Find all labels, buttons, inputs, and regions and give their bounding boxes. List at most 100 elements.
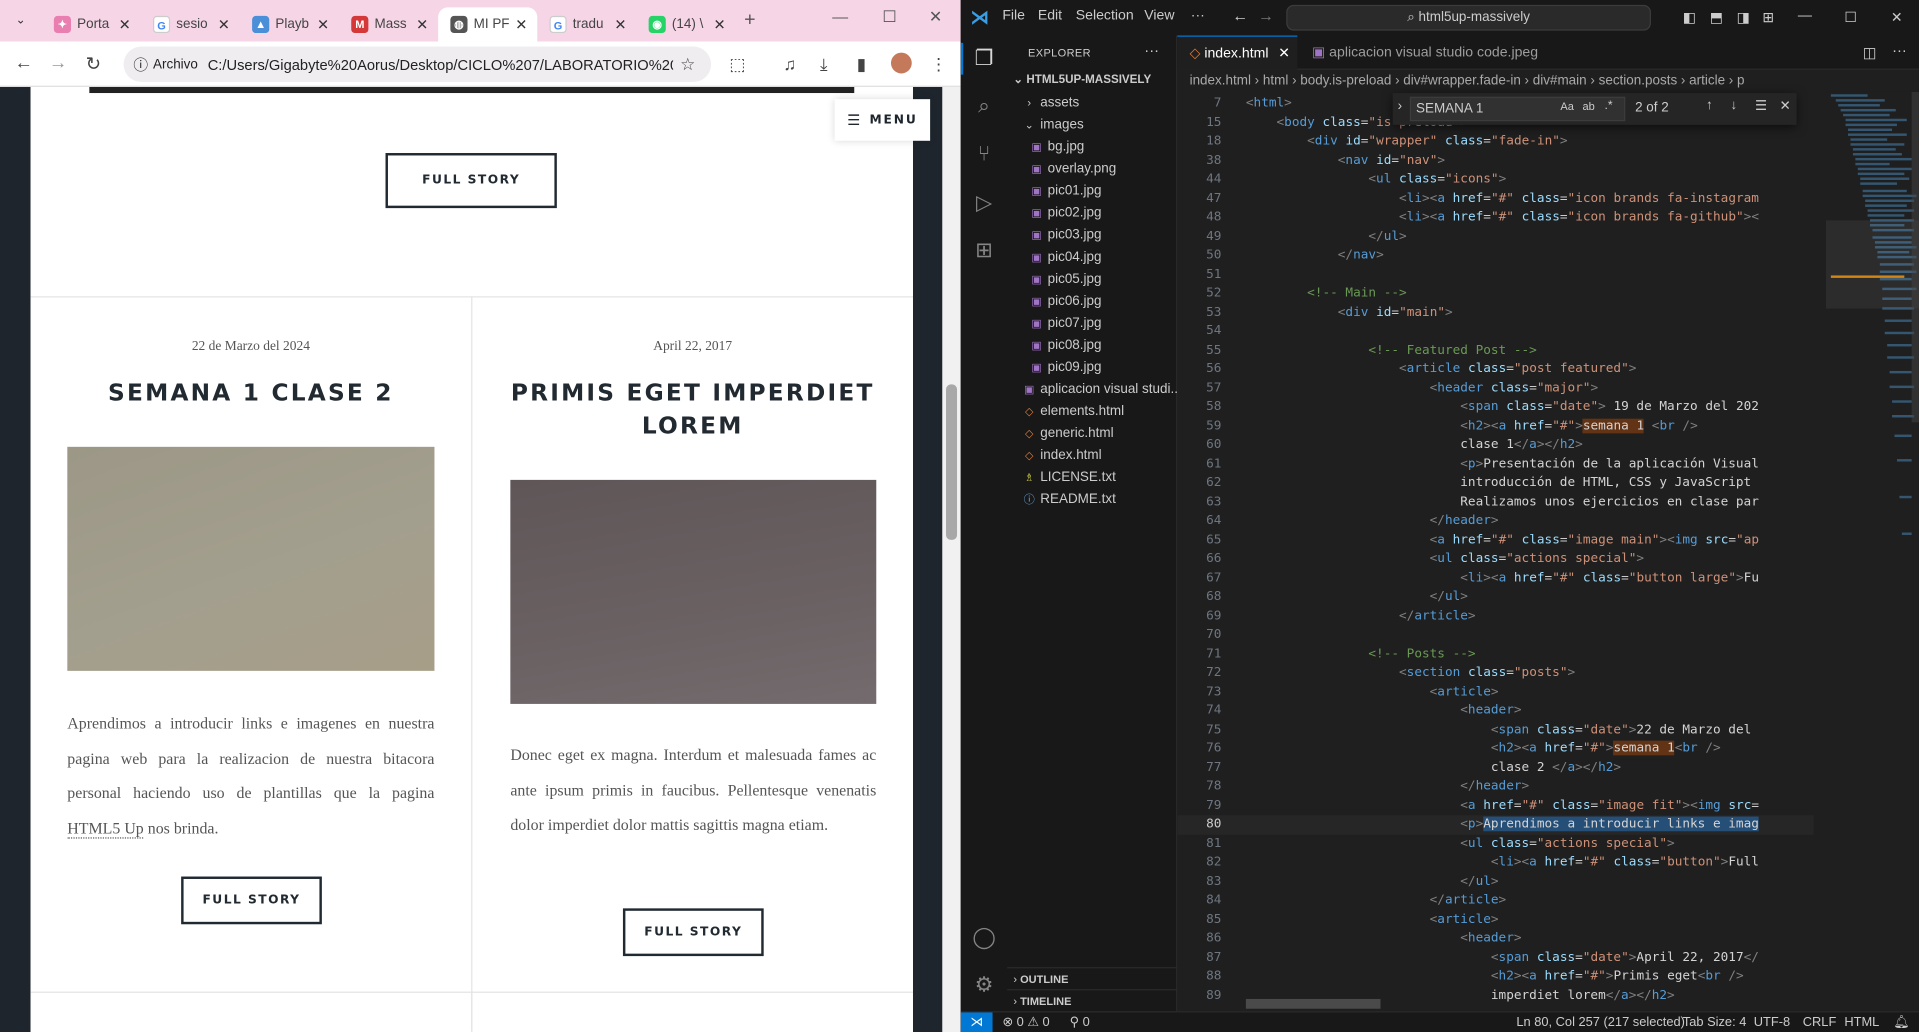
back-arrow-icon[interactable]: ← [1232,6,1248,24]
address-bar[interactable]: ⓘ Archivo C:/Users/Gigabyte%20Aorus/Deskt… [123,46,712,83]
maximize-button[interactable]: ☐ [882,7,896,27]
explorer-item[interactable]: ▣ pic07.jpg [1007,312,1177,334]
explorer-item[interactable]: ▣ bg.jpg [1007,136,1177,158]
close-window-button[interactable]: ✕ [929,7,942,27]
search-icon[interactable]: ⌕ [972,94,996,118]
html5up-link[interactable]: HTML5 Up [67,818,144,838]
explorer-item[interactable]: ◇ index.html [1007,444,1177,466]
code-line[interactable]: 76 <h2><a href="#">semana 1<br /> [1177,739,1813,758]
code-line[interactable]: 57 <header class="major"> [1177,379,1813,398]
explorer-icon[interactable]: ❐ [972,47,996,71]
code-line[interactable]: 69 </article> [1177,607,1813,626]
code-editor[interactable]: 7<html>15 <body class="is-preload">18 <d… [1177,92,1814,1011]
menu-selection[interactable]: Selection [1076,9,1134,24]
full-story-button[interactable]: FULL STORY [385,153,557,209]
code-line[interactable]: 72 <section class="posts"> [1177,664,1813,683]
code-line[interactable]: 60 clase 1</a></h2> [1177,436,1813,455]
code-line[interactable]: 88 <h2><a href="#">Primis eget<br /> [1177,967,1813,986]
explorer-item[interactable]: ⓘ README.txt [1007,488,1177,510]
tab-size[interactable]: Tab Size: 4 [1683,1012,1747,1032]
full-story-button[interactable]: FULL STORY [622,908,764,957]
code-line[interactable]: 86 <header> [1177,929,1813,948]
code-line[interactable]: 38 <nav id="nav"> [1177,151,1813,170]
back-arrow-icon[interactable]: ← [15,53,33,74]
menu-edit[interactable]: Edit [1038,9,1062,24]
browser-tab[interactable]: ◉ (14) \ ✕ [636,7,735,41]
ports-indicator[interactable]: ⚲ 0 [1070,1012,1090,1032]
code-line[interactable]: 58 <span class="date"> 19 de Marzo del 2… [1177,398,1813,417]
code-line[interactable]: 63 Realizamos unos ejercicios en clase p… [1177,493,1813,512]
remote-indicator-icon[interactable]: ⋊ [960,1012,993,1032]
code-line[interactable]: 49 </ul> [1177,227,1813,246]
kebab-menu-icon[interactable]: ⋮ [930,54,947,75]
breadcrumb[interactable]: index.html › html › body.is-preload › di… [1177,70,1919,92]
menu-more[interactable]: ··· [1191,9,1205,24]
timeline-section[interactable]: › TIMELINE [1007,989,1178,1011]
explorer-item[interactable]: ▣ pic04.jpg [1007,246,1177,268]
code-line[interactable]: 74 <header> [1177,701,1813,720]
code-line[interactable]: 78 </header> [1177,777,1813,796]
code-line[interactable]: 55 <!-- Featured Post --> [1177,341,1813,360]
media-icon[interactable]: ♫ [783,54,796,74]
post-image[interactable] [67,446,435,671]
match-case-icon[interactable]: Aa [1560,100,1573,112]
cursor-position[interactable]: Ln 80, Col 257 (217 selected) [1516,1012,1685,1032]
toggle-secondary-sidebar-icon[interactable]: ◨ [1737,9,1750,26]
code-line[interactable]: 83 </ul> [1177,872,1813,891]
notifications-icon[interactable]: 🔔︎ [1893,1012,1909,1032]
code-line[interactable]: 52 <!-- Main --> [1177,284,1813,303]
chevron-right-icon[interactable]: › [1398,99,1402,114]
explorer-item[interactable]: ▣ pic02.jpg [1007,202,1177,224]
explorer-item[interactable]: ▣ pic03.jpg [1007,224,1177,246]
browser-tab[interactable]: ◍ MI PF ✕ [438,7,538,42]
code-line[interactable]: 61 <p>Presentación de la aplicación Visu… [1177,455,1813,474]
close-icon[interactable]: ✕ [215,16,232,33]
code-line[interactable]: 84 </article> [1177,891,1813,910]
code-line[interactable]: 56 <article class="post featured"> [1177,360,1813,379]
explorer-item[interactable]: › assets [1007,92,1177,114]
code-line[interactable]: 54 [1177,322,1813,341]
menu-view[interactable]: View [1144,9,1174,24]
find-in-selection-icon[interactable]: ☰ [1755,98,1767,114]
code-line[interactable]: 62 introducción de HTML, CSS y JavaScrip… [1177,474,1813,493]
run-debug-icon[interactable]: ▷ [972,191,996,215]
minimap[interactable] [1825,91,1919,1012]
side-panel-icon[interactable]: ▮ [857,54,866,75]
explorer-item[interactable]: ▣ pic09.jpg [1007,356,1177,378]
explorer-item[interactable]: ▣ aplicacion visual studi... [1007,378,1177,400]
minimize-button[interactable]: — [832,7,848,25]
next-match-icon[interactable]: ↓ [1731,98,1738,113]
more-actions-icon[interactable]: ··· [1144,42,1159,59]
close-icon[interactable]: ✕ [1278,47,1290,62]
post-image[interactable] [510,479,877,704]
code-line[interactable]: 65 <a href="#" class="image main"><img s… [1177,531,1813,550]
new-tab-button[interactable]: + [744,10,755,32]
code-line[interactable]: 44 <ul class="icons"> [1177,170,1813,189]
horizontal-scrollbar[interactable] [1245,998,1381,1009]
explorer-item[interactable]: ▣ pic05.jpg [1007,268,1177,290]
explorer-item[interactable]: ▣ overlay.png [1007,158,1177,180]
code-line[interactable]: 53 <div id="main"> [1177,303,1813,322]
outline-section[interactable]: › OUTLINE [1007,967,1178,989]
code-line[interactable]: 70 [1177,626,1813,645]
menu-file[interactable]: File [1002,9,1025,24]
code-line[interactable]: 82 <li><a href="#" class="button">Full [1177,853,1813,872]
explorer-item[interactable]: ♗ LICENSE.txt [1007,466,1177,488]
explorer-item[interactable]: ▣ pic01.jpg [1007,180,1177,202]
close-icon[interactable]: ✕ [1779,98,1790,114]
forward-arrow-icon[interactable]: → [1258,6,1274,24]
explorer-item[interactable]: ◇ elements.html [1007,400,1177,422]
extensions-icon[interactable]: ⬚ [729,54,745,75]
command-center-search[interactable]: ⌕ html5up-massively [1286,4,1651,31]
close-window-button[interactable]: ✕ [1891,9,1903,26]
browser-tab[interactable]: ▲ Playb ✕ [240,7,339,41]
more-actions-icon[interactable]: ··· [1892,42,1907,59]
tab-image-file[interactable]: ▣ aplicacion visual studio code.jpeg [1300,36,1545,70]
code-line[interactable]: 51 [1177,265,1813,284]
browser-tab[interactable]: Gtradu ✕ [537,7,636,41]
problems-indicator[interactable]: ⊗ 0 ⚠ 0 [1002,1012,1049,1032]
site-info-chip[interactable]: ⓘ Archivo [133,54,198,75]
code-line[interactable]: 67 <li><a href="#" class="button large">… [1177,569,1813,588]
reload-icon[interactable]: ↻ [86,53,101,75]
code-line[interactable]: 77 clase 2 </a></h2> [1177,758,1813,777]
